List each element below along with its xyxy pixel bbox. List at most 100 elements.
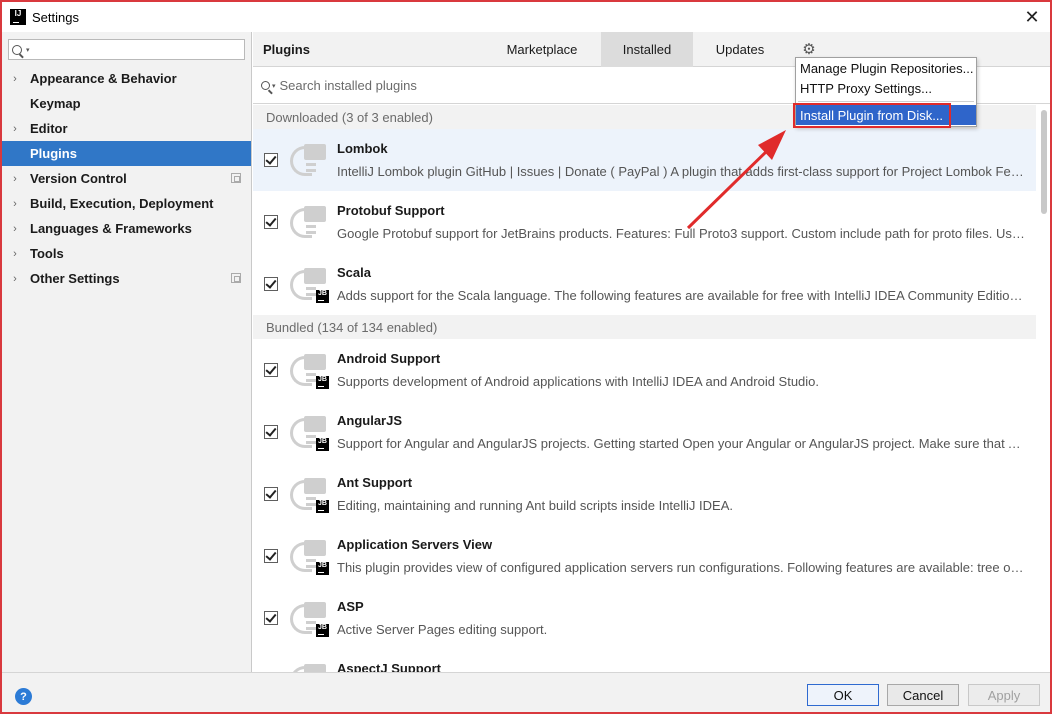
sidebar-item-label: Tools bbox=[30, 246, 64, 261]
window-title: Settings bbox=[32, 9, 79, 25]
menu-item-http-proxy[interactable]: HTTP Proxy Settings... bbox=[796, 78, 976, 98]
plugin-description: IntelliJ Lombok plugin GitHub | Issues |… bbox=[337, 164, 1027, 179]
cancel-button[interactable]: Cancel bbox=[887, 684, 959, 706]
plugin-row[interactable]: Lombok IntelliJ Lombok plugin GitHub | Is… bbox=[253, 129, 1036, 191]
plugin-icon bbox=[290, 204, 328, 242]
tab-installed[interactable]: Installed bbox=[601, 32, 693, 67]
plugin-icon bbox=[290, 142, 328, 180]
sidebar-item-appearance-behavior[interactable]: › Appearance & Behavior bbox=[2, 66, 251, 91]
jetbrains-badge-icon: JB bbox=[316, 500, 329, 513]
plugin-description: This plugin provides view of configured … bbox=[337, 560, 1027, 575]
chevron-right-icon[interactable]: › bbox=[2, 173, 28, 185]
plugin-description: Editing, maintaining and running Ant bui… bbox=[337, 498, 733, 513]
close-window-button[interactable]: ✕ bbox=[1022, 7, 1042, 27]
settings-tree: ›Appearance & Behavior›Keymap›Editor›Plu… bbox=[2, 66, 251, 291]
chevron-right-icon[interactable]: › bbox=[2, 73, 28, 85]
plugin-enabled-checkbox[interactable] bbox=[264, 611, 278, 625]
sidebar-item-label: Editor bbox=[30, 121, 68, 136]
plugin-name: AngularJS bbox=[337, 413, 403, 428]
sidebar-item-build-execution-deployment[interactable]: › Build, Execution, Deployment bbox=[2, 191, 251, 216]
plugins-panel: Plugins Marketplace Installed Updates ⚙ … bbox=[253, 32, 1050, 672]
plugin-icon: JB bbox=[290, 538, 329, 576]
plugin-icon: JB bbox=[290, 600, 329, 638]
sidebar-item-editor[interactable]: › Editor bbox=[2, 116, 251, 141]
chevron-down-icon: ▾ bbox=[26, 46, 30, 54]
title-bar: IJ Settings ✕ bbox=[2, 2, 1050, 32]
settings-sidebar: ▾ ›Appearance & Behavior›Keymap›Editor›P… bbox=[2, 32, 252, 672]
sidebar-item-other-settings[interactable]: › Other Settings bbox=[2, 266, 251, 291]
plugin-enabled-checkbox[interactable] bbox=[264, 487, 278, 501]
sidebar-item-tools[interactable]: › Tools bbox=[2, 241, 251, 266]
gear-icon[interactable]: ⚙ bbox=[801, 42, 817, 58]
plugin-list-scrollbar[interactable] bbox=[1038, 105, 1050, 672]
sidebar-item-label: Appearance & Behavior bbox=[30, 71, 177, 86]
plugin-enabled-checkbox[interactable] bbox=[264, 549, 278, 563]
plugin-row[interactable]: JB Scala Adds support for the Scala langua… bbox=[253, 253, 1036, 315]
sidebar-item-plugins[interactable]: ›Plugins bbox=[2, 141, 251, 166]
plugin-row[interactable]: JB AngularJS Support for Angular and Angul… bbox=[253, 401, 1036, 463]
plugin-description: Adds support for the Scala language. The… bbox=[337, 288, 1027, 303]
plugin-row[interactable]: JB ASP Active Server Pages editing support… bbox=[253, 587, 1036, 649]
project-settings-icon bbox=[231, 173, 241, 183]
plugin-description: Active Server Pages editing support. bbox=[337, 622, 548, 637]
help-button[interactable]: ? bbox=[15, 688, 32, 705]
search-icon bbox=[261, 81, 270, 90]
jetbrains-badge-icon: JB bbox=[316, 438, 329, 451]
ok-button[interactable]: OK bbox=[807, 684, 879, 706]
jetbrains-badge-icon: JB bbox=[316, 562, 329, 575]
plugin-row[interactable]: JB Ant Support Editing, maintaining and ru… bbox=[253, 463, 1036, 525]
apply-button[interactable]: Apply bbox=[968, 684, 1040, 706]
project-settings-icon bbox=[231, 273, 241, 283]
jetbrains-badge-icon: JB bbox=[316, 624, 329, 637]
tab-marketplace[interactable]: Marketplace bbox=[497, 32, 587, 67]
sidebar-search-input[interactable]: ▾ bbox=[8, 39, 245, 60]
plugin-list: Downloaded (3 of 3 enabled) Lombok Intelli… bbox=[253, 105, 1036, 672]
plugin-row[interactable]: JB AspectJ Support bbox=[253, 649, 1036, 672]
jetbrains-badge-icon: JB bbox=[316, 290, 329, 303]
plugin-enabled-checkbox[interactable] bbox=[264, 425, 278, 439]
menu-item-manage-repositories[interactable]: Manage Plugin Repositories... bbox=[796, 58, 976, 78]
chevron-right-icon[interactable]: › bbox=[2, 198, 28, 210]
tab-updates[interactable]: Updates bbox=[703, 32, 777, 67]
sidebar-item-version-control[interactable]: › Version Control bbox=[2, 166, 251, 191]
sidebar-item-label: Other Settings bbox=[30, 271, 120, 286]
sidebar-item-languages-frameworks[interactable]: › Languages & Frameworks bbox=[2, 216, 251, 241]
plugin-name: AspectJ Support bbox=[337, 661, 442, 672]
plugin-name: ASP bbox=[337, 599, 364, 614]
chevron-right-icon[interactable]: › bbox=[2, 123, 28, 135]
plugin-enabled-checkbox[interactable] bbox=[264, 277, 278, 291]
plugin-row[interactable]: Protobuf Support Google Protobuf support … bbox=[253, 191, 1036, 253]
chevron-right-icon[interactable]: › bbox=[2, 248, 28, 260]
plugin-icon: JB bbox=[290, 414, 329, 452]
scrollbar-thumb[interactable] bbox=[1041, 110, 1047, 214]
plugin-row[interactable]: JB Application Servers View This plugin pr… bbox=[253, 525, 1036, 587]
plugin-description: Supports development of Android applicat… bbox=[337, 374, 820, 389]
jetbrains-badge-icon: JB bbox=[316, 376, 329, 389]
search-icon bbox=[12, 44, 22, 55]
sidebar-item-label: Languages & Frameworks bbox=[30, 221, 192, 236]
plugin-description: Google Protobuf support for JetBrains pr… bbox=[337, 226, 1027, 241]
plugin-group-header: Bundled (134 of 134 enabled) bbox=[253, 315, 1036, 339]
chevron-down-icon: ▾ bbox=[272, 82, 276, 90]
annotation-highlight-box bbox=[793, 103, 951, 128]
plugin-icon: JB bbox=[290, 662, 328, 672]
sidebar-item-keymap[interactable]: ›Keymap bbox=[2, 91, 251, 116]
plugin-name: Android Support bbox=[337, 351, 441, 366]
plugin-enabled-checkbox[interactable] bbox=[264, 363, 278, 377]
chevron-right-icon[interactable]: › bbox=[2, 223, 28, 235]
menu-separator bbox=[798, 101, 974, 102]
plugin-name: Protobuf Support bbox=[337, 203, 445, 218]
plugin-icon: JB bbox=[290, 352, 329, 390]
plugin-row[interactable]: JB Android Support Supports development of… bbox=[253, 339, 1036, 401]
plugin-icon: JB bbox=[290, 476, 329, 514]
plugin-enabled-checkbox[interactable] bbox=[264, 153, 278, 167]
page-title: Plugins bbox=[263, 42, 310, 57]
sidebar-item-label: Plugins bbox=[30, 146, 77, 161]
chevron-right-icon[interactable]: › bbox=[2, 273, 28, 285]
sidebar-item-label: Version Control bbox=[30, 171, 127, 186]
plugin-enabled-checkbox[interactable] bbox=[264, 215, 278, 229]
plugin-name: Ant Support bbox=[337, 475, 413, 490]
search-placeholder: Search installed plugins bbox=[279, 78, 417, 93]
plugin-description: Support for Angular and AngularJS projec… bbox=[337, 436, 1027, 451]
plugin-name: Application Servers View bbox=[337, 537, 493, 552]
